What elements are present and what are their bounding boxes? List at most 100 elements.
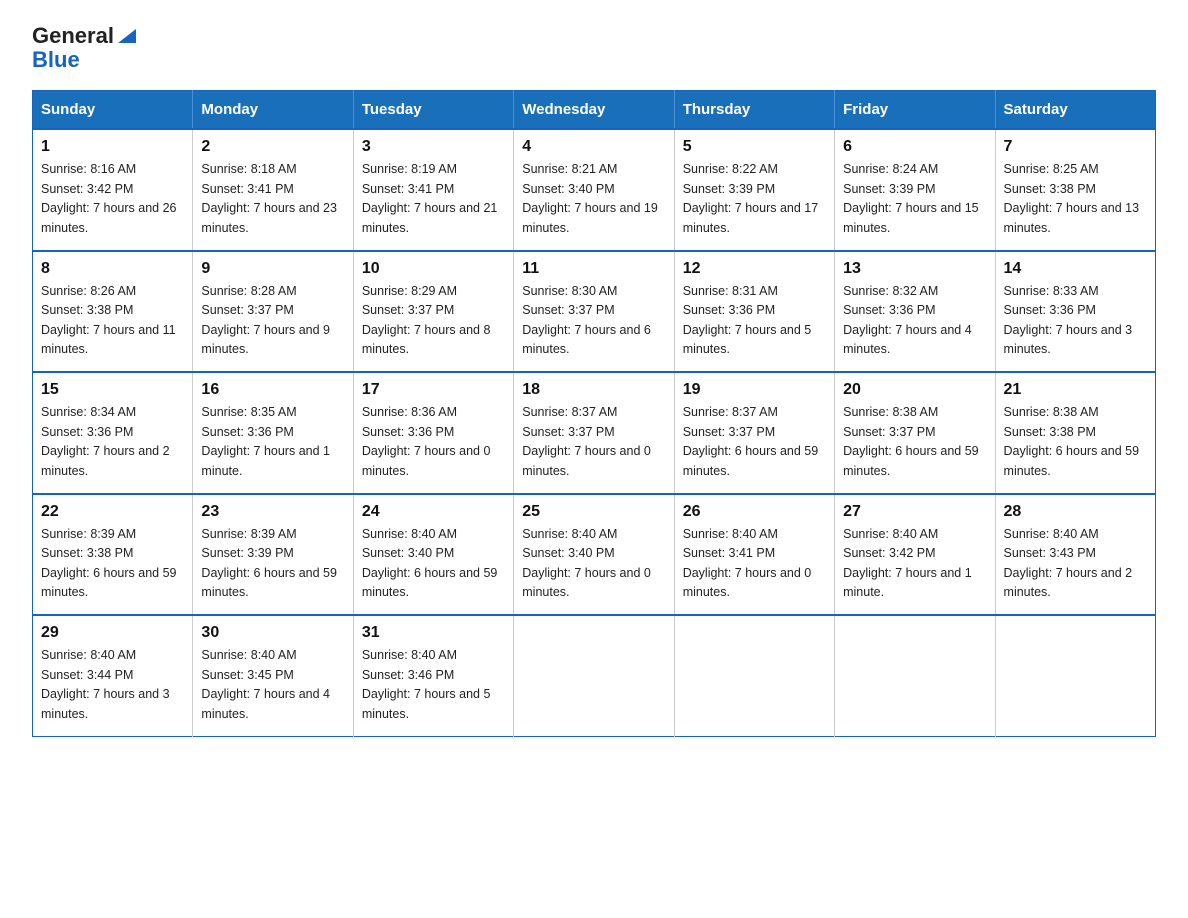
- calendar-cell: 8 Sunrise: 8:26 AMSunset: 3:38 PMDayligh…: [33, 251, 193, 373]
- calendar-cell: 21 Sunrise: 8:38 AMSunset: 3:38 PMDaylig…: [995, 372, 1155, 494]
- calendar-week-row: 8 Sunrise: 8:26 AMSunset: 3:38 PMDayligh…: [33, 251, 1156, 373]
- calendar-cell: 23 Sunrise: 8:39 AMSunset: 3:39 PMDaylig…: [193, 494, 353, 616]
- day-info: Sunrise: 8:40 AMSunset: 3:40 PMDaylight:…: [522, 527, 651, 599]
- day-number: 22: [41, 503, 184, 521]
- logo-text-blue: Blue: [32, 48, 80, 72]
- day-number: 29: [41, 624, 184, 642]
- day-info: Sunrise: 8:38 AMSunset: 3:37 PMDaylight:…: [843, 405, 979, 477]
- day-info: Sunrise: 8:36 AMSunset: 3:36 PMDaylight:…: [362, 405, 491, 477]
- day-number: 14: [1004, 260, 1147, 278]
- calendar-cell: 17 Sunrise: 8:36 AMSunset: 3:36 PMDaylig…: [353, 372, 513, 494]
- day-number: 20: [843, 381, 986, 399]
- day-info: Sunrise: 8:39 AMSunset: 3:39 PMDaylight:…: [201, 527, 337, 599]
- calendar-cell: 27 Sunrise: 8:40 AMSunset: 3:42 PMDaylig…: [835, 494, 995, 616]
- day-number: 30: [201, 624, 344, 642]
- day-number: 1: [41, 138, 184, 156]
- logo-triangle-icon: [116, 25, 138, 47]
- calendar-cell: 20 Sunrise: 8:38 AMSunset: 3:37 PMDaylig…: [835, 372, 995, 494]
- day-number: 6: [843, 138, 986, 156]
- day-info: Sunrise: 8:37 AMSunset: 3:37 PMDaylight:…: [683, 405, 819, 477]
- day-info: Sunrise: 8:40 AMSunset: 3:46 PMDaylight:…: [362, 648, 491, 720]
- calendar-table: SundayMondayTuesdayWednesdayThursdayFrid…: [32, 90, 1156, 737]
- day-info: Sunrise: 8:18 AMSunset: 3:41 PMDaylight:…: [201, 162, 337, 234]
- day-info: Sunrise: 8:30 AMSunset: 3:37 PMDaylight:…: [522, 284, 651, 356]
- calendar-cell: 6 Sunrise: 8:24 AMSunset: 3:39 PMDayligh…: [835, 129, 995, 251]
- day-number: 4: [522, 138, 665, 156]
- weekday-header-friday: Friday: [835, 91, 995, 130]
- day-number: 16: [201, 381, 344, 399]
- day-info: Sunrise: 8:39 AMSunset: 3:38 PMDaylight:…: [41, 527, 177, 599]
- weekday-header-wednesday: Wednesday: [514, 91, 674, 130]
- day-info: Sunrise: 8:29 AMSunset: 3:37 PMDaylight:…: [362, 284, 491, 356]
- day-number: 28: [1004, 503, 1147, 521]
- day-info: Sunrise: 8:26 AMSunset: 3:38 PMDaylight:…: [41, 284, 176, 356]
- calendar-cell: 14 Sunrise: 8:33 AMSunset: 3:36 PMDaylig…: [995, 251, 1155, 373]
- calendar-cell: [835, 615, 995, 736]
- day-number: 10: [362, 260, 505, 278]
- day-info: Sunrise: 8:37 AMSunset: 3:37 PMDaylight:…: [522, 405, 651, 477]
- day-number: 2: [201, 138, 344, 156]
- calendar-week-row: 29 Sunrise: 8:40 AMSunset: 3:44 PMDaylig…: [33, 615, 1156, 736]
- calendar-cell: 16 Sunrise: 8:35 AMSunset: 3:36 PMDaylig…: [193, 372, 353, 494]
- calendar-cell: 19 Sunrise: 8:37 AMSunset: 3:37 PMDaylig…: [674, 372, 834, 494]
- day-number: 31: [362, 624, 505, 642]
- day-number: 5: [683, 138, 826, 156]
- day-number: 3: [362, 138, 505, 156]
- weekday-header-sunday: Sunday: [33, 91, 193, 130]
- day-info: Sunrise: 8:28 AMSunset: 3:37 PMDaylight:…: [201, 284, 330, 356]
- calendar-cell: 25 Sunrise: 8:40 AMSunset: 3:40 PMDaylig…: [514, 494, 674, 616]
- weekday-header-saturday: Saturday: [995, 91, 1155, 130]
- calendar-week-row: 1 Sunrise: 8:16 AMSunset: 3:42 PMDayligh…: [33, 129, 1156, 251]
- calendar-cell: 3 Sunrise: 8:19 AMSunset: 3:41 PMDayligh…: [353, 129, 513, 251]
- weekday-header-thursday: Thursday: [674, 91, 834, 130]
- calendar-cell: 5 Sunrise: 8:22 AMSunset: 3:39 PMDayligh…: [674, 129, 834, 251]
- calendar-cell: 29 Sunrise: 8:40 AMSunset: 3:44 PMDaylig…: [33, 615, 193, 736]
- calendar-cell: 11 Sunrise: 8:30 AMSunset: 3:37 PMDaylig…: [514, 251, 674, 373]
- day-number: 21: [1004, 381, 1147, 399]
- day-number: 8: [41, 260, 184, 278]
- calendar-cell: 4 Sunrise: 8:21 AMSunset: 3:40 PMDayligh…: [514, 129, 674, 251]
- day-number: 9: [201, 260, 344, 278]
- day-number: 12: [683, 260, 826, 278]
- calendar-cell: [995, 615, 1155, 736]
- calendar-cell: 7 Sunrise: 8:25 AMSunset: 3:38 PMDayligh…: [995, 129, 1155, 251]
- calendar-cell: [514, 615, 674, 736]
- day-info: Sunrise: 8:22 AMSunset: 3:39 PMDaylight:…: [683, 162, 819, 234]
- logo: General Blue: [32, 24, 138, 72]
- calendar-cell: 28 Sunrise: 8:40 AMSunset: 3:43 PMDaylig…: [995, 494, 1155, 616]
- calendar-cell: 1 Sunrise: 8:16 AMSunset: 3:42 PMDayligh…: [33, 129, 193, 251]
- weekday-header-monday: Monday: [193, 91, 353, 130]
- day-info: Sunrise: 8:21 AMSunset: 3:40 PMDaylight:…: [522, 162, 658, 234]
- day-number: 26: [683, 503, 826, 521]
- day-number: 25: [522, 503, 665, 521]
- day-info: Sunrise: 8:40 AMSunset: 3:43 PMDaylight:…: [1004, 527, 1133, 599]
- day-number: 15: [41, 381, 184, 399]
- calendar-cell: 18 Sunrise: 8:37 AMSunset: 3:37 PMDaylig…: [514, 372, 674, 494]
- calendar-header-row: SundayMondayTuesdayWednesdayThursdayFrid…: [33, 91, 1156, 130]
- day-info: Sunrise: 8:35 AMSunset: 3:36 PMDaylight:…: [201, 405, 330, 477]
- day-info: Sunrise: 8:25 AMSunset: 3:38 PMDaylight:…: [1004, 162, 1140, 234]
- day-info: Sunrise: 8:31 AMSunset: 3:36 PMDaylight:…: [683, 284, 812, 356]
- day-info: Sunrise: 8:32 AMSunset: 3:36 PMDaylight:…: [843, 284, 972, 356]
- calendar-cell: 9 Sunrise: 8:28 AMSunset: 3:37 PMDayligh…: [193, 251, 353, 373]
- day-info: Sunrise: 8:40 AMSunset: 3:42 PMDaylight:…: [843, 527, 972, 599]
- day-info: Sunrise: 8:24 AMSunset: 3:39 PMDaylight:…: [843, 162, 979, 234]
- calendar-week-row: 15 Sunrise: 8:34 AMSunset: 3:36 PMDaylig…: [33, 372, 1156, 494]
- weekday-header-tuesday: Tuesday: [353, 91, 513, 130]
- calendar-cell: 13 Sunrise: 8:32 AMSunset: 3:36 PMDaylig…: [835, 251, 995, 373]
- calendar-cell: 12 Sunrise: 8:31 AMSunset: 3:36 PMDaylig…: [674, 251, 834, 373]
- day-info: Sunrise: 8:40 AMSunset: 3:44 PMDaylight:…: [41, 648, 170, 720]
- calendar-cell: 15 Sunrise: 8:34 AMSunset: 3:36 PMDaylig…: [33, 372, 193, 494]
- calendar-cell: 10 Sunrise: 8:29 AMSunset: 3:37 PMDaylig…: [353, 251, 513, 373]
- page-header: General Blue: [32, 24, 1156, 72]
- day-number: 11: [522, 260, 665, 278]
- calendar-cell: 2 Sunrise: 8:18 AMSunset: 3:41 PMDayligh…: [193, 129, 353, 251]
- calendar-cell: 26 Sunrise: 8:40 AMSunset: 3:41 PMDaylig…: [674, 494, 834, 616]
- calendar-week-row: 22 Sunrise: 8:39 AMSunset: 3:38 PMDaylig…: [33, 494, 1156, 616]
- calendar-cell: 30 Sunrise: 8:40 AMSunset: 3:45 PMDaylig…: [193, 615, 353, 736]
- day-info: Sunrise: 8:38 AMSunset: 3:38 PMDaylight:…: [1004, 405, 1140, 477]
- day-info: Sunrise: 8:33 AMSunset: 3:36 PMDaylight:…: [1004, 284, 1133, 356]
- day-number: 7: [1004, 138, 1147, 156]
- calendar-cell: 22 Sunrise: 8:39 AMSunset: 3:38 PMDaylig…: [33, 494, 193, 616]
- day-number: 13: [843, 260, 986, 278]
